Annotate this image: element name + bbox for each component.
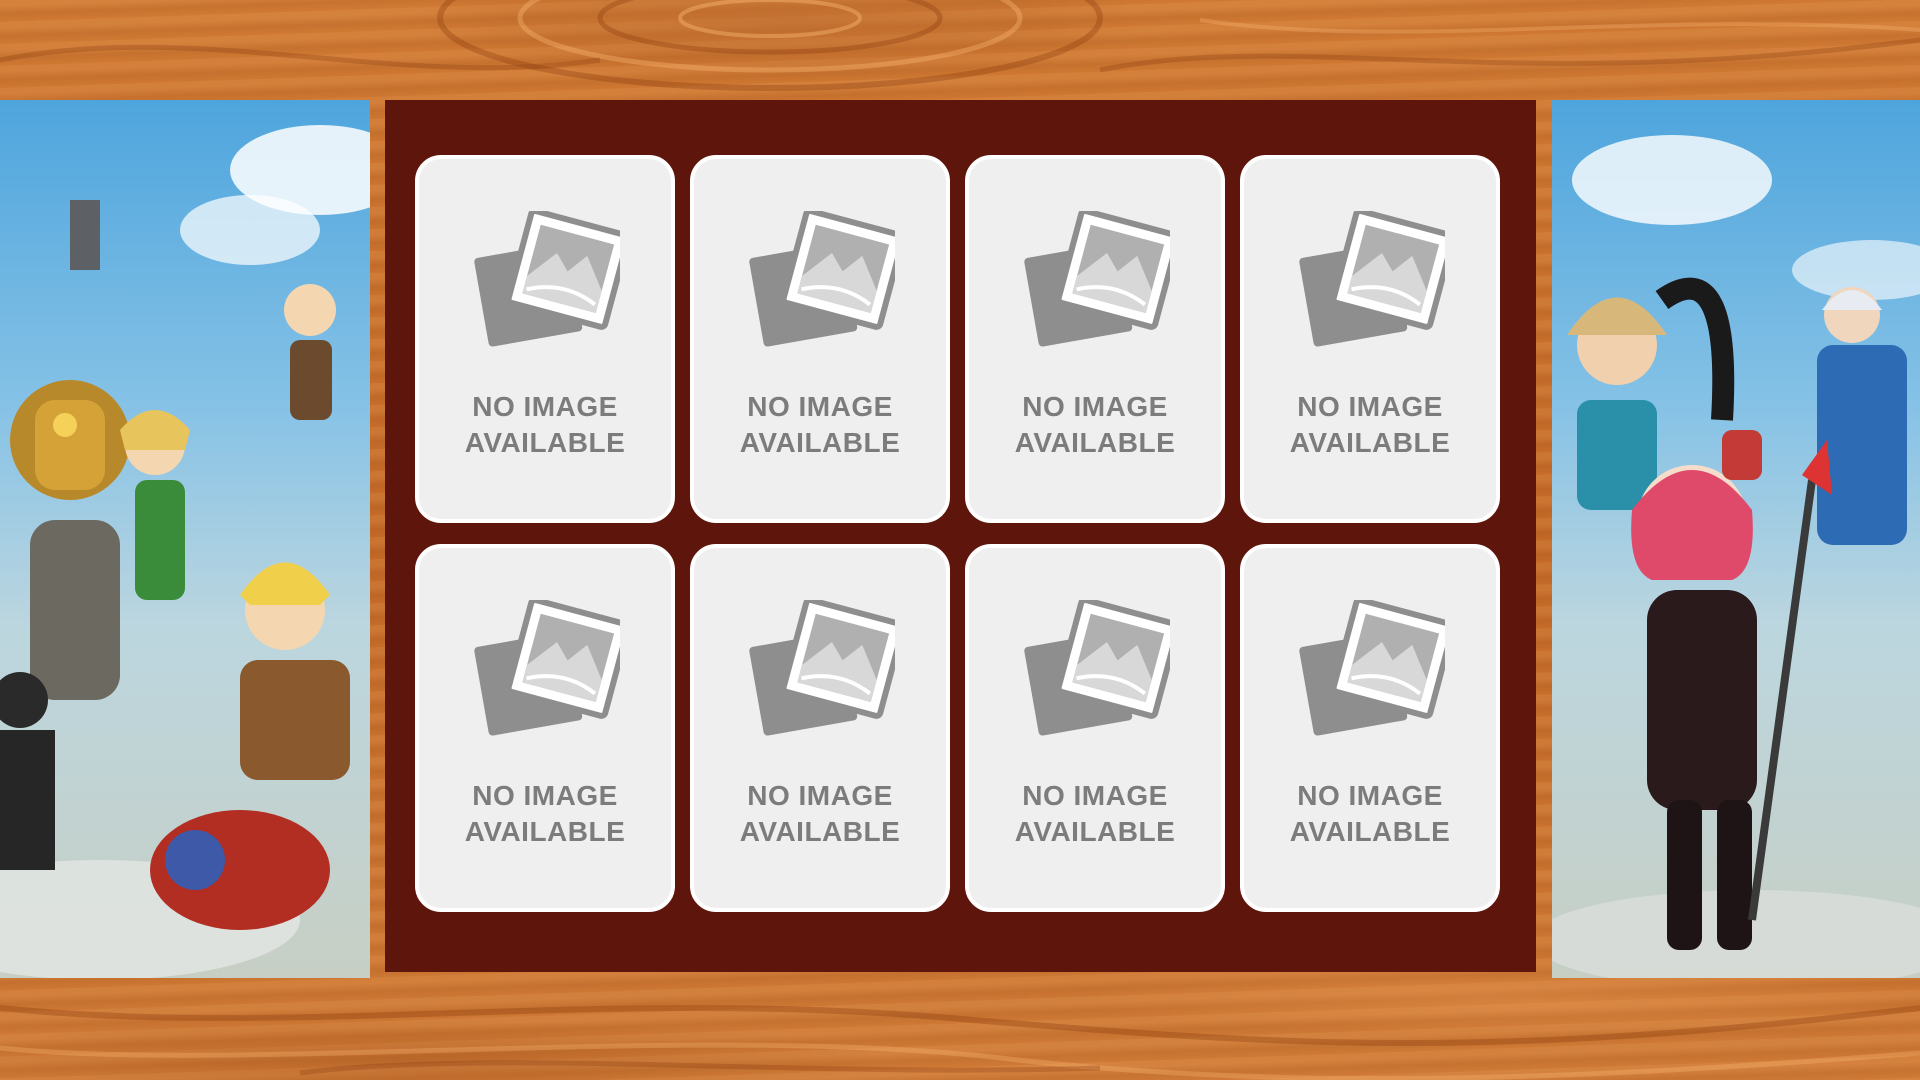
- image-placeholder-icon: [1299, 211, 1445, 347]
- item-card[interactable]: NO IMAGE AVAILABLE: [1240, 544, 1500, 912]
- item-card[interactable]: NO IMAGE AVAILABLE: [690, 155, 950, 523]
- image-placeholder-icon: [1024, 600, 1170, 736]
- image-placeholder-icon: [474, 211, 620, 347]
- image-placeholder-icon: [1299, 600, 1445, 736]
- wood-grain-bottom: [0, 978, 1920, 1080]
- item-card[interactable]: NO IMAGE AVAILABLE: [965, 155, 1225, 523]
- side-artwork-right: [1552, 100, 1920, 978]
- game-characters-artwork-left: [0, 125, 370, 978]
- no-image-label: NO IMAGE AVAILABLE: [1289, 391, 1451, 458]
- no-image-label: NO IMAGE AVAILABLE: [739, 780, 901, 847]
- image-placeholder-icon: [474, 600, 620, 736]
- no-image-label: NO IMAGE AVAILABLE: [739, 391, 901, 458]
- no-image-label: NO IMAGE AVAILABLE: [464, 391, 626, 458]
- image-placeholder-icon: [749, 211, 895, 347]
- item-card[interactable]: NO IMAGE AVAILABLE: [1240, 155, 1500, 523]
- item-card[interactable]: NO IMAGE AVAILABLE: [415, 155, 675, 523]
- image-placeholder-icon: [749, 600, 895, 736]
- item-card[interactable]: NO IMAGE AVAILABLE: [965, 544, 1225, 912]
- wood-grain-top: [0, 0, 1920, 100]
- side-artwork-left: [0, 100, 370, 978]
- no-image-label: NO IMAGE AVAILABLE: [464, 780, 626, 847]
- image-placeholder-icon: [1024, 211, 1170, 347]
- no-image-label: NO IMAGE AVAILABLE: [1014, 391, 1176, 458]
- game-characters-artwork-right: [1552, 135, 1920, 978]
- no-image-label: NO IMAGE AVAILABLE: [1014, 780, 1176, 847]
- item-card[interactable]: NO IMAGE AVAILABLE: [415, 544, 675, 912]
- item-card[interactable]: NO IMAGE AVAILABLE: [690, 544, 950, 912]
- item-grid-panel: NO IMAGE AVAILABLE NO IMAGE AVAILABLE NO…: [385, 100, 1536, 972]
- no-image-label: NO IMAGE AVAILABLE: [1289, 780, 1451, 847]
